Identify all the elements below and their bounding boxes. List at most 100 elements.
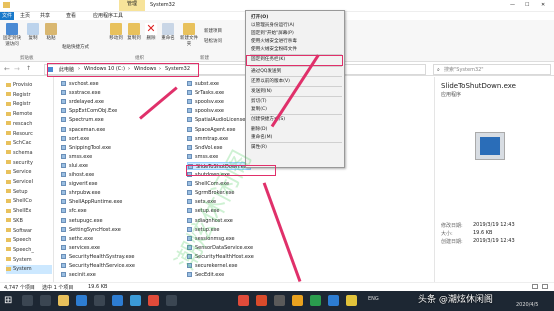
app-taskbar-icon[interactable] — [238, 295, 249, 306]
file-item[interactable]: smss.exe — [61, 153, 92, 161]
app-taskbar-icon[interactable] — [292, 295, 303, 306]
context-menu-item[interactable]: 复制(C) — [251, 106, 343, 113]
file-item[interactable]: srdelayed.exe — [61, 98, 104, 106]
copy-button[interactable]: 复制 — [26, 23, 40, 41]
move-to-button[interactable]: 移动到 — [108, 23, 124, 41]
app-taskbar-icon[interactable] — [130, 295, 141, 306]
delete-button[interactable]: ✕ 删除 — [144, 23, 158, 41]
paste-button[interactable]: 粘贴 — [44, 23, 58, 41]
nav-folder-item[interactable]: Registr — [6, 100, 52, 109]
context-menu-item[interactable]: 固定到"开始"屏幕(P) — [251, 30, 343, 37]
search-box[interactable]: ⌕ 搜索"System32" — [433, 64, 551, 75]
file-item[interactable]: sigverif.exe — [61, 180, 98, 188]
nav-folder-item[interactable]: rescach — [6, 120, 52, 129]
file-item[interactable]: ShellAppRuntime.exe — [61, 198, 122, 206]
file-item[interactable]: shrpubw.exe — [61, 189, 100, 197]
file-item[interactable]: sethc.exe — [61, 235, 93, 243]
task-view-icon[interactable] — [40, 295, 51, 306]
file-item[interactable]: sxstrace.exe — [61, 89, 101, 97]
details-view-icon[interactable] — [532, 284, 538, 289]
context-menu-item[interactable]: 使用火绒安全粉碎文件 — [251, 46, 343, 53]
tab-home[interactable]: 主页 — [20, 12, 30, 19]
mail-taskbar-icon[interactable] — [112, 295, 123, 306]
search-taskbar-icon[interactable] — [22, 295, 33, 306]
app-taskbar-icon[interactable] — [310, 295, 321, 306]
nav-folder-item[interactable]: Registr — [6, 91, 52, 100]
tray-language[interactable]: ENG — [368, 296, 379, 302]
app-taskbar-icon[interactable] — [256, 295, 267, 306]
file-explorer-taskbar-icon[interactable] — [58, 295, 69, 306]
file-item[interactable]: sfc.exe — [61, 207, 87, 215]
file-item[interactable]: subst.exe — [187, 80, 219, 88]
rename-button[interactable]: 重命名 — [160, 23, 176, 41]
tab-view[interactable]: 查看 — [66, 12, 76, 19]
nav-folder-item[interactable]: System — [6, 256, 52, 265]
app-taskbar-icon[interactable] — [274, 295, 285, 306]
nav-folder-item[interactable]: Service — [6, 168, 52, 177]
nav-folder-item[interactable]: Speech_ — [6, 246, 52, 255]
tab-file[interactable]: 文件 — [0, 12, 14, 20]
app-taskbar-icon[interactable] — [346, 295, 357, 306]
file-item[interactable]: sort.exe — [61, 135, 89, 143]
nav-folder-item[interactable]: SchCac — [6, 139, 52, 148]
context-menu-item[interactable]: 属性(R) — [251, 144, 343, 151]
file-item[interactable]: SnippingTool.exe — [61, 144, 111, 152]
paste-shortcut-button[interactable]: 粘贴快捷方式 — [62, 44, 102, 50]
context-menu-item[interactable]: 创建快捷方式(S) — [251, 116, 343, 123]
tray-date[interactable]: 2020/4/5 — [516, 302, 538, 308]
start-button[interactable]: ⊞ — [4, 295, 15, 306]
context-menu-item[interactable]: 以管理员身份运行(A) — [251, 22, 343, 29]
context-menu-item[interactable]: 删除(D) — [251, 126, 343, 133]
nav-folder-item[interactable]: Provisio — [6, 81, 52, 90]
new-folder-button[interactable]: 新建文件夹 — [180, 23, 198, 47]
nav-folder-item[interactable]: Resourc — [6, 130, 52, 139]
context-menu-item[interactable]: 剪切(T) — [251, 98, 343, 105]
file-item[interactable]: SndVol.exe — [187, 144, 222, 152]
file-item[interactable]: Spectrum.exe — [61, 116, 104, 124]
nav-folder-item[interactable]: Softwar — [6, 227, 52, 236]
file-item[interactable]: SecurityHealthSystray.exe — [61, 253, 134, 261]
nav-folder-item[interactable]: ShellEx — [6, 207, 52, 216]
copy-to-button[interactable]: 复制到 — [126, 23, 142, 41]
back-arrow-icon[interactable]: ← — [4, 65, 10, 73]
pin-quick-access-button[interactable]: 固定到快速访问 — [2, 23, 22, 47]
app-taskbar-icon[interactable] — [328, 295, 339, 306]
file-item[interactable]: SecurityHealthService.exe — [61, 262, 135, 270]
up-arrow-icon[interactable]: ↑ — [26, 65, 31, 72]
file-item[interactable]: SrTasks.exe — [187, 89, 224, 97]
tab-share[interactable]: 共享 — [40, 12, 50, 19]
easy-access-button[interactable]: 轻松访问 — [204, 38, 228, 44]
file-item[interactable]: secinit.exe — [61, 271, 96, 279]
file-item[interactable]: svchost.exe — [61, 80, 99, 88]
forward-arrow-icon[interactable]: → — [14, 65, 20, 73]
edge-taskbar-icon[interactable] — [76, 295, 87, 306]
file-item[interactable]: sihost.exe — [61, 171, 94, 179]
tab-app-tools[interactable]: 应用程序工具 — [93, 12, 123, 19]
new-item-button[interactable]: 新建项目 — [204, 28, 228, 34]
tiles-view-icon[interactable] — [542, 284, 548, 289]
file-item[interactable]: SettingSyncHost.exe — [61, 226, 121, 234]
file-item[interactable]: spoolsv.exe — [187, 107, 224, 115]
nav-folder-item[interactable]: Remote — [6, 110, 52, 119]
context-menu-item[interactable]: 打开(O) — [251, 14, 343, 21]
nav-folder-item[interactable]: schema — [6, 149, 52, 158]
nav-folder-item[interactable]: Setup — [6, 188, 52, 197]
nav-folder-item[interactable]: System — [6, 265, 52, 275]
file-item[interactable]: spoolsv.exe — [187, 98, 224, 106]
file-item[interactable]: SppExtComObj.Exe — [61, 107, 117, 115]
app-taskbar-icon[interactable] — [166, 295, 177, 306]
minimize-button[interactable]: — — [510, 2, 515, 8]
nav-folder-item[interactable]: SKB — [6, 217, 52, 226]
nav-folder-item[interactable]: ShellCo — [6, 197, 52, 206]
close-button[interactable]: ✕ — [541, 2, 545, 8]
app-taskbar-icon[interactable] — [148, 295, 159, 306]
file-item[interactable]: SpaceAgent.exe — [187, 126, 236, 134]
context-menu-item[interactable]: 通过QQ发送到 — [251, 68, 343, 75]
nav-folder-item[interactable]: Speech — [6, 236, 52, 245]
context-menu-item[interactable]: 使用火绒安全进行杀毒 — [251, 38, 343, 45]
nav-folder-item[interactable]: security — [6, 159, 52, 168]
store-taskbar-icon[interactable] — [94, 295, 105, 306]
maximize-button[interactable]: ☐ — [525, 2, 529, 8]
file-item[interactable]: smmtrap.exe — [187, 135, 228, 143]
file-item[interactable]: smss.exe — [187, 153, 218, 161]
